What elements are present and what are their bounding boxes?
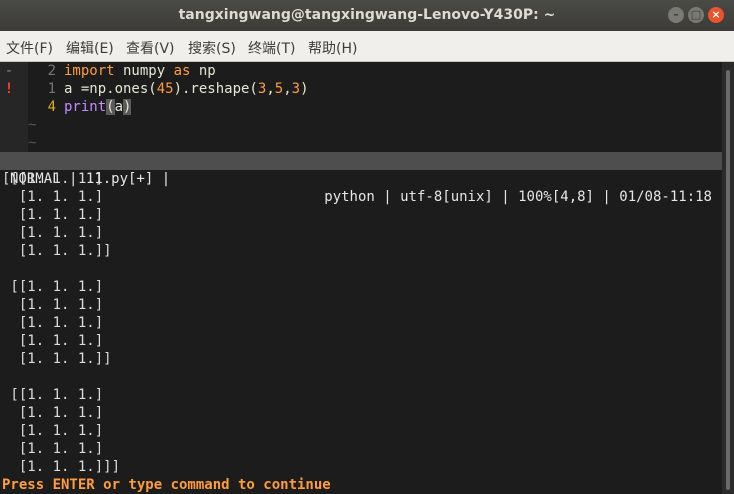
output-line: [1. 1. 1.] [2,423,104,439]
code-text: print(a) [64,98,132,116]
output-line: [1. 1. 1.] [2,333,104,349]
output-line: [[1. 1. 1.] [2,387,104,403]
output-line: [1. 1. 1.] [2,315,104,331]
output-line: [1. 1. 1.] [2,225,104,241]
code-token: 45 [156,81,174,97]
code-token: numpy [114,63,174,79]
output-line: [1. 1. 1.] [2,207,104,223]
code-line[interactable]: 4 print(a) [0,98,722,116]
output-line: [[1. 1. 1.] [2,279,104,295]
code-token: 5 [274,81,284,97]
code-token: 3 [291,81,301,97]
line-number: 1 [47,81,56,97]
menu-file[interactable]: 文件(F) [6,38,53,58]
code-token: np [190,63,216,79]
menu-edit[interactable]: 编辑(E) [66,38,114,58]
code-token: as [173,63,191,79]
window-titlebar: tangxingwang@tangxingwang-Lenovo-Y430P: … [0,0,734,31]
code-token: ( [106,99,115,115]
window-controls: – □ × [668,7,724,23]
code-line[interactable]: ! 1 a =np.ones(45).reshape(3,5,3) [0,80,722,98]
code-token: print [64,99,107,115]
code-token: ) [123,99,132,115]
maximize-button[interactable]: □ [688,7,704,23]
output-line: [[[1. 1. 1.] [2,171,104,187]
statusline-fileinfo: python | utf-8[unix] | 100%[4,8] | 01/08… [324,189,712,205]
empty-line-marker: ~ [28,117,37,133]
output-line: [1. 1. 1.]]] [2,459,121,475]
vim-statusline: NORMAL | 11.py[+] | python | utf-8[unix]… [0,152,722,205]
menu-help[interactable]: 帮助(H) [308,38,357,58]
output-line: [1. 1. 1.] [2,297,104,313]
code-token: import [64,63,115,79]
error-sign: ! [4,81,14,97]
output-line: [1. 1. 1.] [2,405,104,421]
line-number: 2 [47,63,56,79]
close-button[interactable]: × [708,7,724,23]
menu-terminal[interactable]: 终端(T) [248,38,295,58]
empty-line-marker: ~ [28,135,37,151]
git-sign: - [4,63,14,79]
code-token: a [114,99,124,115]
output-line: [1. 1. 1.]] [2,351,112,367]
output-line: [1. 1. 1.] [2,441,104,457]
terminal-area[interactable]: -2 import numpy as np! 1 a =np.ones(45).res… [0,62,722,494]
output-line: [1. 1. 1.]] [2,243,112,259]
line-number: 4 [47,99,56,115]
minimize-button[interactable]: – [668,7,684,23]
terminal-scrollbar[interactable] [722,62,734,494]
code-token: , [283,81,292,97]
code-text: a =np.ones(45).reshape(3,5,3) [64,80,309,98]
code-line[interactable]: - 2 import numpy as np [0,62,722,80]
code-token: ) [300,81,309,97]
menu-bar: 文件(F) 编辑(E) 查看(V) 搜索(S) 终端(T) 帮助(H) [0,31,734,62]
code-text: import numpy as np [64,62,216,80]
code-token: a =np.ones( [64,81,157,97]
output-line: [1. 1. 1.] [2,189,104,205]
code-token: ).reshape( [173,81,258,97]
menu-view[interactable]: 查看(V) [126,38,175,58]
menu-search[interactable]: 搜索(S) [188,38,236,58]
code-token: , [266,81,275,97]
window-title: tangxingwang@tangxingwang-Lenovo-Y430P: … [178,7,556,23]
scrollbar-thumb[interactable] [726,70,730,490]
continue-prompt: Press ENTER or type command to continue [2,477,331,493]
